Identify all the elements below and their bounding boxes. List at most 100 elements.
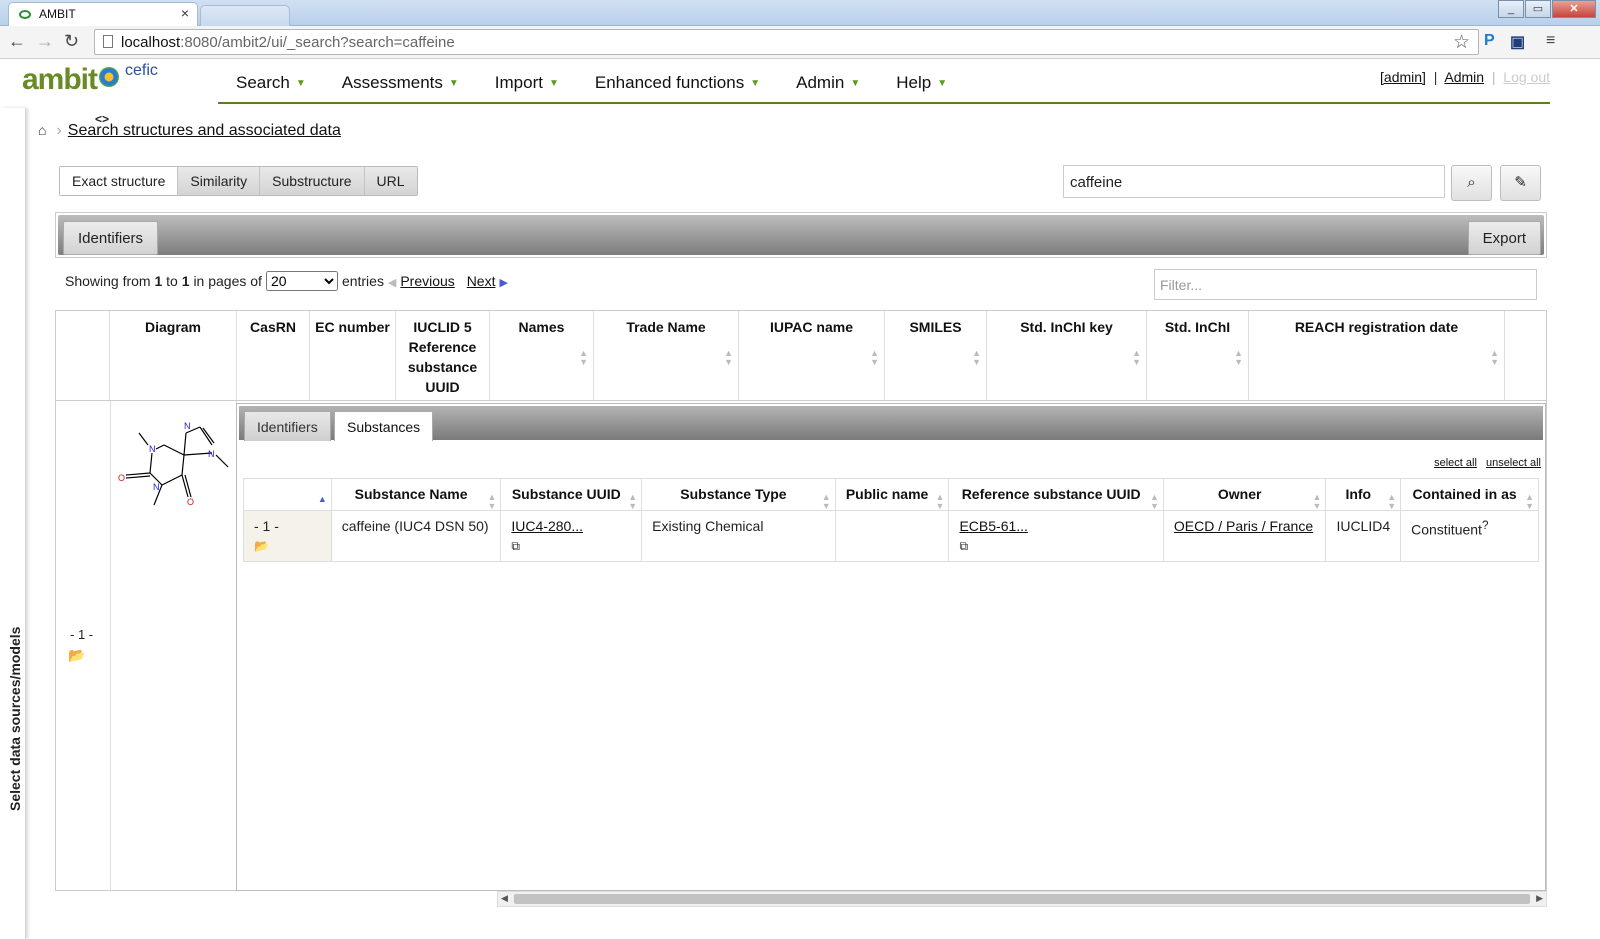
ambit-favicon-icon (19, 10, 31, 19)
row-index: - 1 - (70, 627, 94, 642)
tab-url[interactable]: URL (363, 167, 417, 195)
tab-exact-structure[interactable]: Exact structure (60, 167, 178, 195)
owner-link[interactable]: OECD / Paris / France (1174, 518, 1313, 534)
sidebar-label: Select data sources/models (7, 626, 23, 811)
nav-admin[interactable]: Admin ▼ (778, 64, 878, 102)
sort-icon: ▲ ▼ (487, 492, 497, 511)
identifiers-button[interactable]: Identifiers (63, 221, 159, 255)
previous-link[interactable]: Previous (400, 273, 454, 289)
header-std-inchi[interactable]: Std. InChI ▲ ▼ (1147, 311, 1249, 400)
contained-as: Constituent (1411, 521, 1482, 538)
substance-uuid-link[interactable]: IUC4-280... (511, 518, 583, 534)
table-row: - 1 - 📂 N O N O N N Identifiers Substanc… (56, 400, 1546, 892)
copy-icon[interactable]: ⧉ (511, 536, 631, 556)
header-casrn[interactable]: CasRN (237, 311, 310, 400)
caret-down-icon: ▼ (937, 78, 948, 89)
svg-text:N: N (149, 444, 156, 454)
tab-substructure[interactable]: Substructure (259, 167, 364, 195)
close-window-button[interactable]: ✕ (1552, 0, 1596, 18)
url-input[interactable]: localhost:8080/ambit2/ui/_search?search=… (94, 29, 1479, 55)
minimize-button[interactable]: _ (1498, 0, 1524, 18)
extension-p-icon[interactable]: P (1484, 32, 1495, 50)
substance-header-owner[interactable]: Owner ▲ ▼ (1162, 478, 1327, 511)
folder-open-icon[interactable]: 📂 (254, 536, 321, 556)
header-trade-name[interactable]: Trade Name ▲ ▼ (594, 311, 739, 400)
caret-down-icon: ▼ (850, 78, 861, 89)
unselect-all-link[interactable]: unselect all (1486, 457, 1541, 469)
caffeine-structure-diagram[interactable]: N O N O N N (114, 415, 232, 507)
nav-enhanced-functions[interactable]: Enhanced functions ▼ (577, 64, 778, 102)
horizontal-scrollbar[interactable]: ◀ ▶ (497, 891, 1547, 907)
user-account-link[interactable]: [admin] (1380, 69, 1426, 85)
reference-uuid-link[interactable]: ECB5-61... (959, 518, 1027, 534)
substance-public-name (834, 510, 950, 562)
forward-arrow-icon[interactable]: → (36, 31, 54, 52)
close-tab-icon[interactable]: × (181, 5, 189, 21)
owner-cell: OECD / Paris / France (1162, 510, 1327, 562)
header-reach-date[interactable]: REACH registration date ▲ ▼ (1249, 311, 1505, 400)
logout-link[interactable]: Log out (1503, 69, 1550, 85)
search-button[interactable]: ⌕ (1451, 165, 1492, 201)
sort-icon: ▲ ▼ (870, 348, 879, 367)
page-size-select[interactable]: 20 (265, 271, 338, 291)
menu-icon[interactable]: ≡ (1546, 32, 1555, 50)
scroll-left-icon[interactable]: ◀ (501, 893, 508, 904)
nav-search[interactable]: Search ▼ (218, 64, 324, 102)
substance-index-cell: - 1 - 📂 (243, 510, 332, 562)
sort-icon: ▲ ▼ (1234, 348, 1243, 367)
nav-help[interactable]: Help ▼ (878, 64, 965, 102)
select-all-link[interactable]: select all (1434, 457, 1477, 469)
admin-link[interactable]: Admin (1444, 69, 1484, 85)
tab-substances[interactable]: Substances (334, 411, 434, 441)
ambit-logo[interactable]: ambit cefic (22, 62, 158, 97)
folder-open-icon[interactable]: 📂 (68, 647, 85, 664)
header-iupac-name[interactable]: IUPAC name ▲ ▼ (739, 311, 885, 400)
nav-import[interactable]: Import ▼ (477, 64, 577, 102)
filter-input[interactable]: Filter... (1154, 269, 1537, 300)
header-std-inchi-key[interactable]: Std. InChI key ▲ ▼ (987, 311, 1147, 400)
substance-header-ref-uuid[interactable]: Reference substance UUID ▲ ▼ (948, 478, 1164, 511)
pagination-info: Showing from 1 to 1 in pages of 20 entries… (65, 271, 508, 291)
draw-structure-button[interactable]: ✎ (1500, 165, 1541, 201)
substance-header-uuid[interactable]: Substance UUID ▲ ▼ (500, 478, 643, 511)
table-row: - 1 - 📂 caffeine (IUC4 DSN 50) IUC4-280.… (243, 510, 1539, 562)
scroll-right-icon[interactable]: ▶ (1536, 893, 1543, 904)
page-icon (103, 35, 113, 48)
main-navigation: Search ▼ Assessments ▼ Import ▼ Enhanced fu… (218, 64, 1550, 104)
maximize-button[interactable]: ▭ (1525, 0, 1551, 18)
cefic-logo-icon (99, 67, 120, 87)
sort-icon: ▲ ▼ (628, 492, 638, 511)
substance-header-index[interactable]: ▲ (243, 478, 332, 511)
sort-icon: ▲ ▼ (1490, 348, 1499, 367)
breadcrumb-current[interactable]: Search structures and associated data (68, 122, 341, 139)
sort-icon: ▲ ▼ (821, 492, 831, 511)
tab-identifiers[interactable]: Identifiers (244, 411, 331, 441)
substance-header-info[interactable]: Info ▲ ▼ (1325, 478, 1402, 511)
substance-type: Existing Chemical (641, 510, 836, 562)
header-smiles[interactable]: SMILES ▲ ▼ (885, 311, 987, 400)
substance-header-contained[interactable]: Contained in as ▲ ▼ (1400, 478, 1539, 511)
extension-robot-icon[interactable]: ▣ (1510, 32, 1525, 52)
header-names[interactable]: Names ▲ ▼ (490, 311, 594, 400)
header-iuclid5-uuid[interactable]: IUCLID 5 Reference substance UUID (396, 311, 490, 400)
help-marker[interactable]: ? (1482, 519, 1488, 532)
substance-header-public-name[interactable]: Public name ▲ ▼ (834, 478, 950, 511)
header-ec-number[interactable]: EC number (310, 311, 396, 400)
substance-index: - 1 - (254, 518, 279, 534)
bookmark-star-icon[interactable]: ☆ (1453, 31, 1470, 54)
nav-assessments[interactable]: Assessments ▼ (324, 64, 477, 102)
copy-icon[interactable]: ⧉ (959, 536, 1152, 556)
new-tab-button[interactable] (200, 5, 290, 26)
scrollbar-thumb[interactable] (514, 894, 1530, 904)
browser-tab[interactable]: AMBIT × (8, 2, 198, 26)
reload-icon[interactable]: ↻ (64, 31, 79, 52)
home-icon[interactable]: ⌂ (38, 122, 46, 138)
search-input[interactable]: caffeine (1063, 165, 1445, 198)
data-sources-sidebar[interactable]: Select data sources/models (0, 108, 26, 939)
substance-header-name[interactable]: Substance Name ▲ ▼ (330, 478, 502, 511)
back-arrow-icon[interactable]: ← (8, 31, 26, 52)
tab-similarity[interactable]: Similarity (177, 167, 260, 195)
substance-header-type[interactable]: Substance Type ▲ ▼ (641, 478, 836, 511)
export-button[interactable]: Export (1467, 221, 1541, 255)
next-link[interactable]: Next (467, 273, 496, 289)
